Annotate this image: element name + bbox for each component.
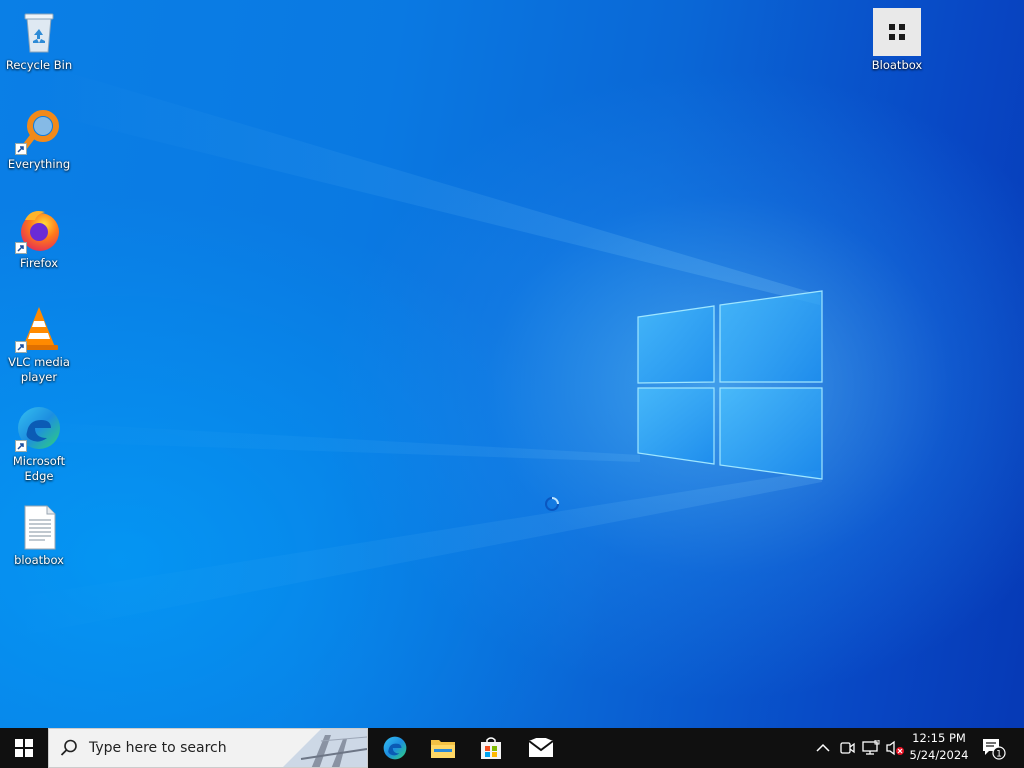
start-button[interactable] xyxy=(0,728,48,768)
edge-icon xyxy=(383,736,407,760)
taskbar-clock[interactable]: 12:15 PM 5/24/2024 xyxy=(902,730,976,764)
everything-search-icon xyxy=(15,107,63,155)
clock-time: 12:15 PM xyxy=(912,731,966,745)
chevron-up-icon xyxy=(816,743,830,752)
desktop-icon-recycle-bin[interactable]: Recycle Bin xyxy=(1,8,77,73)
firefox-icon xyxy=(15,206,63,254)
windows-start-icon xyxy=(15,739,33,757)
desktop-icon-bloatbox-app[interactable]: Bloatbox xyxy=(859,8,935,73)
store-icon xyxy=(481,737,501,759)
tray-meet-now-button[interactable] xyxy=(837,738,857,758)
desktop-icon-label: Bloatbox xyxy=(871,58,923,72)
text-file-icon xyxy=(15,503,63,551)
edge-icon xyxy=(15,404,63,452)
desktop[interactable]: Recycle Bin Everything Firefox VLC media… xyxy=(0,0,1024,728)
shortcut-arrow-icon xyxy=(15,242,27,254)
desktop-icon-label: Microsoft Edge xyxy=(12,454,66,483)
search-highlight-image xyxy=(281,729,367,767)
desktop-icon-firefox[interactable]: Firefox xyxy=(1,206,77,271)
notification-icon: 1 xyxy=(983,739,1006,760)
bloatbox-app-icon xyxy=(873,8,921,56)
wallpaper-light-beams xyxy=(0,70,822,640)
desktop-icon-label: Everything xyxy=(7,157,71,171)
taskbar: Type here to search 12:15 PM 5/24/2024 1 xyxy=(0,728,1024,768)
desktop-icon-label: Firefox xyxy=(19,256,59,270)
vlc-icon xyxy=(15,305,63,353)
shortcut-arrow-icon xyxy=(15,143,27,155)
camera-icon xyxy=(840,742,855,754)
shortcut-arrow-icon xyxy=(15,440,27,452)
mail-icon xyxy=(528,738,554,757)
notification-count: 1 xyxy=(996,750,1002,760)
desktop-icon-vlc[interactable]: VLC media player xyxy=(1,305,77,385)
desktop-icon-bloatbox-file[interactable]: bloatbox xyxy=(1,503,77,568)
taskbar-store-button[interactable] xyxy=(467,728,515,768)
folder-icon xyxy=(431,740,455,758)
desktop-icon-everything[interactable]: Everything xyxy=(1,107,77,172)
action-center-button[interactable]: 1 xyxy=(980,736,1006,760)
taskbar-edge-button[interactable] xyxy=(371,728,419,768)
show-hidden-icons-button[interactable] xyxy=(813,738,833,758)
busy-cursor-icon xyxy=(545,497,559,511)
clock-date: 5/24/2024 xyxy=(909,748,969,762)
network-icon xyxy=(862,740,880,755)
recycle-bin-icon xyxy=(15,8,63,56)
windows-logo-wallpaper xyxy=(637,290,823,480)
taskbar-file-explorer-button[interactable] xyxy=(419,728,467,768)
desktop-icon-edge[interactable]: Microsoft Edge xyxy=(1,404,77,484)
shortcut-arrow-icon xyxy=(15,341,27,353)
search-icon xyxy=(60,739,77,756)
desktop-icon-label: Recycle Bin xyxy=(5,58,73,72)
desktop-icon-label: VLC media player xyxy=(8,355,70,384)
search-placeholder: Type here to search xyxy=(89,740,227,756)
taskbar-mail-button[interactable] xyxy=(517,728,565,768)
tray-network-button[interactable] xyxy=(861,738,881,758)
taskbar-search-box[interactable]: Type here to search xyxy=(48,728,368,768)
desktop-icon-label: bloatbox xyxy=(14,553,64,567)
